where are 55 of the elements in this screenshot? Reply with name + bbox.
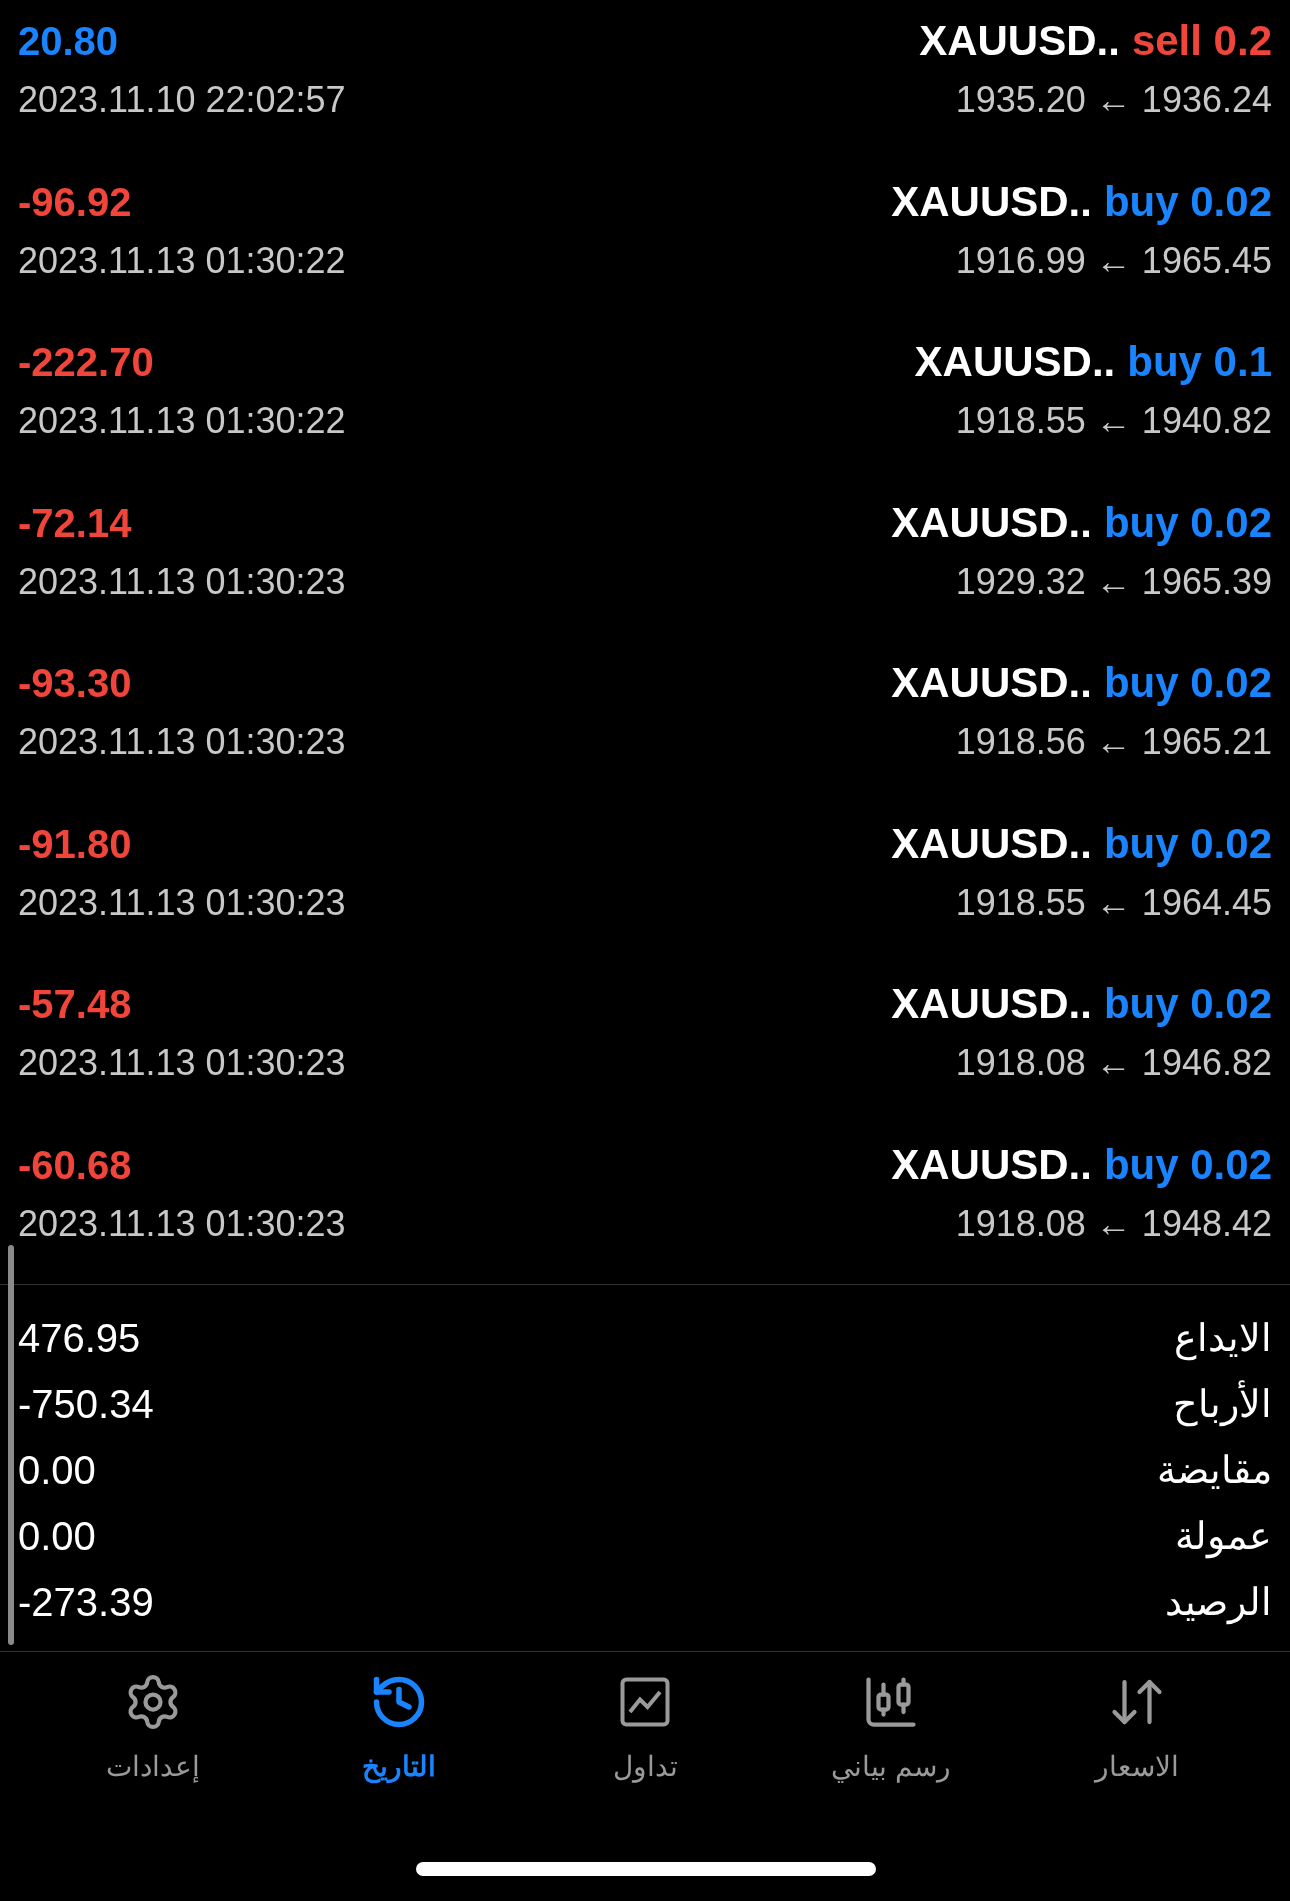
tab-bar-item[interactable]: إعدادات — [43, 1672, 263, 1788]
tab-bar-item[interactable]: تداول — [535, 1672, 755, 1788]
symbol: XAUUSD.. — [891, 497, 1092, 548]
profit-value: -93.30 — [18, 660, 133, 707]
deal-type: buy 0.02 — [1103, 818, 1272, 869]
price-range: 1935.20 ← 1936.24 — [955, 80, 1272, 120]
symbol: XAUUSD.. — [891, 176, 1092, 227]
tab-bar-item[interactable]: التاريخ — [289, 1672, 509, 1788]
deal-time: 2023.11.13 01:30:23 — [18, 561, 346, 602]
symbol: XAUUSD.. — [891, 658, 1092, 708]
deal-time: 2023.11.13 01:30:22 — [18, 240, 346, 281]
summary-label: الرصيد — [1165, 1579, 1272, 1627]
summary-label: الايداع — [1174, 1315, 1272, 1363]
profit-value: -72.14 — [18, 499, 133, 547]
deal-time: 2023.11.13 01:30:22 — [18, 401, 346, 441]
summary-value: -273.39 — [18, 1579, 154, 1626]
deal-type: buy 0.02 — [1103, 497, 1272, 548]
summary-label: الأرباح — [1173, 1379, 1272, 1429]
deal-type: buy 0.02 — [1103, 176, 1272, 227]
price-range: 1918.56 ← 1965.21 — [955, 722, 1272, 762]
profit-value: 20.80 — [18, 18, 120, 65]
deal-type: buy 0.02 — [1103, 979, 1272, 1029]
price-range: 1918.55 ← 1940.82 — [955, 401, 1272, 441]
deal-time: 2023.11.13 01:30:23 — [18, 722, 346, 762]
deal-type: buy 0.02 — [1103, 1139, 1272, 1190]
price-range: 1918.08 ← 1946.82 — [955, 1043, 1272, 1083]
price-range: 1916.99 ← 1965.45 — [955, 240, 1272, 281]
profit-value: -222.70 — [18, 339, 155, 386]
deal-type: buy 0.1 — [1127, 337, 1272, 387]
deal-time: 2023.11.13 01:30:23 — [18, 882, 346, 923]
tab-bar-item[interactable]: رسم بياني — [781, 1672, 1001, 1788]
symbol: XAUUSD.. — [919, 16, 1120, 66]
deal-time: 2023.11.13 01:30:23 — [18, 1203, 346, 1244]
price-range: 1918.55 ← 1964.45 — [955, 882, 1272, 923]
summary-value: -750.34 — [18, 1381, 154, 1428]
price-range: 1929.32 ← 1965.39 — [955, 561, 1272, 602]
deal-type: sell 0.2 — [1131, 16, 1272, 66]
profit-value: -96.92 — [18, 178, 133, 226]
deal-time: 2023.11.10 22:02:57 — [18, 80, 346, 120]
price-range: 1918.08 ← 1948.42 — [955, 1203, 1272, 1244]
summary-value: 476.95 — [18, 1315, 141, 1362]
symbol: XAUUSD.. — [891, 979, 1092, 1029]
summary-label: مقايضة — [1157, 1447, 1272, 1493]
profit-value: -91.80 — [18, 820, 133, 868]
summary-value: 0.00 — [18, 1513, 96, 1560]
tab-bar-item[interactable]: الاسعار — [1027, 1672, 1247, 1788]
deal-type: buy 0.02 — [1103, 658, 1272, 708]
symbol: XAUUSD.. — [891, 818, 1092, 869]
summary-label: عمولة — [1175, 1513, 1272, 1561]
summary-value: 0.00 — [18, 1447, 96, 1494]
deal-time: 2023.11.13 01:30:23 — [18, 1043, 346, 1083]
symbol: XAUUSD.. — [891, 1139, 1092, 1190]
symbol: XAUUSD.. — [914, 337, 1116, 387]
profit-value: -60.68 — [18, 1141, 133, 1189]
profit-value: -57.48 — [18, 981, 133, 1028]
